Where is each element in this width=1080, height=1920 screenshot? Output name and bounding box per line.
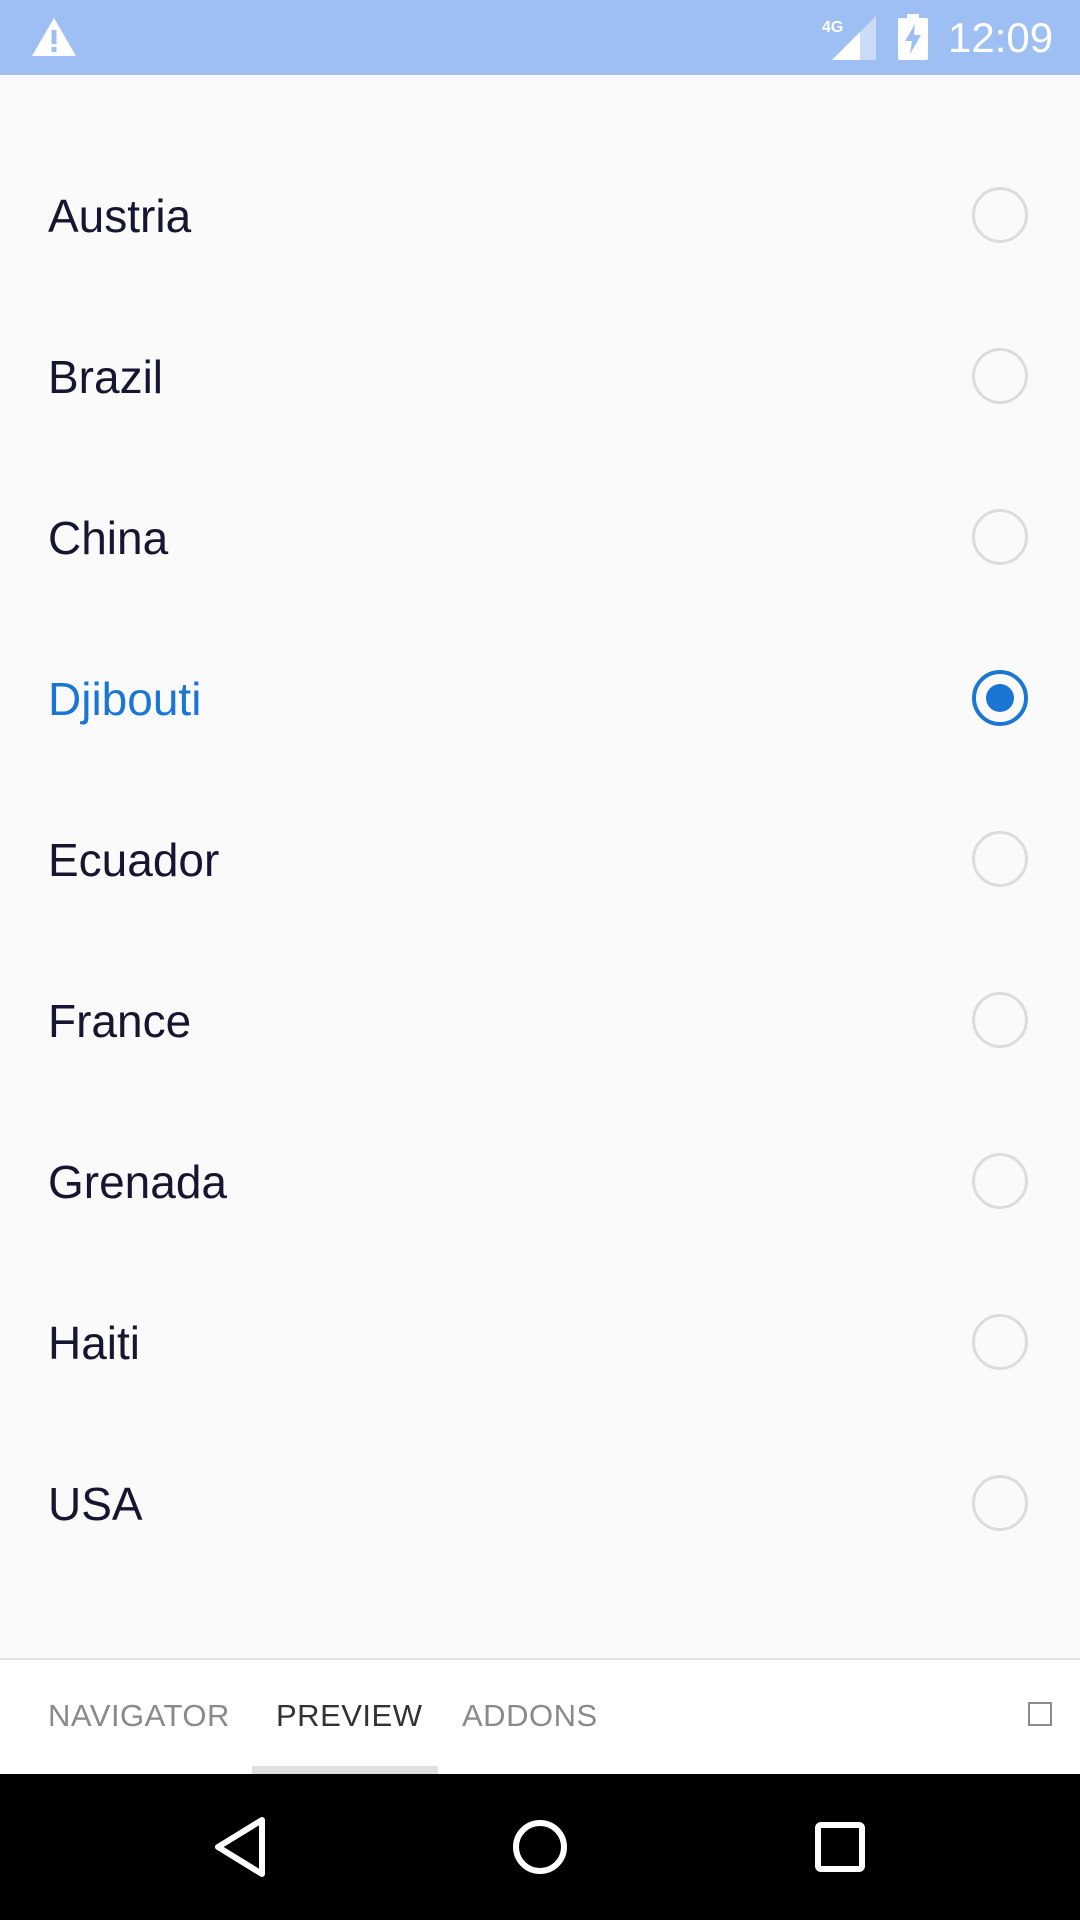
- country-label: Haiti: [48, 1317, 141, 1369]
- country-option-france[interactable]: France: [0, 941, 1080, 1102]
- radio-unchecked[interactable]: [972, 509, 1028, 565]
- radio-unchecked[interactable]: [972, 348, 1028, 404]
- battery-charging-icon: [898, 14, 928, 60]
- network-type-label: 4G: [822, 19, 843, 36]
- country-option-china[interactable]: China: [0, 458, 1080, 619]
- active-tab-indicator: [252, 1766, 438, 1774]
- country-label: China: [48, 512, 169, 564]
- radio-unchecked[interactable]: [972, 187, 1028, 243]
- warning-icon: [32, 18, 76, 56]
- expand-square-icon[interactable]: [1028, 1702, 1052, 1726]
- country-option-brazil[interactable]: Brazil: [0, 297, 1080, 458]
- tab-preview[interactable]: PREVIEW: [276, 1660, 422, 1772]
- country-label: USA: [48, 1478, 143, 1530]
- country-option-austria[interactable]: Austria: [0, 136, 1080, 297]
- back-icon[interactable]: [206, 1812, 276, 1882]
- status-time: 12:09: [948, 14, 1054, 61]
- radio-unchecked[interactable]: [972, 1475, 1028, 1531]
- country-option-haiti[interactable]: Haiti: [0, 1263, 1080, 1424]
- radio-unchecked[interactable]: [972, 992, 1028, 1048]
- country-label: Ecuador: [48, 834, 220, 886]
- system-nav-bar: [0, 1774, 1080, 1920]
- country-label: Austria: [48, 190, 192, 242]
- country-option-ecuador[interactable]: Ecuador: [0, 780, 1080, 941]
- country-option-djibouti[interactable]: Djibouti: [0, 619, 1080, 780]
- radio-checked[interactable]: [972, 670, 1028, 726]
- tab-addons[interactable]: ADDONS: [462, 1660, 598, 1772]
- radio-unchecked[interactable]: [972, 831, 1028, 887]
- radio-unchecked[interactable]: [972, 1314, 1028, 1370]
- signal-icon: 4G: [822, 16, 876, 60]
- country-option-grenada[interactable]: Grenada: [0, 1102, 1080, 1263]
- country-label: Djibouti: [48, 673, 202, 725]
- status-bar: 4G 12:09: [0, 0, 1080, 75]
- country-label: Grenada: [48, 1156, 228, 1208]
- country-label: Brazil: [48, 351, 164, 403]
- screen: 4G 12:09 Austria Brazil China Djibouti Ecuad…: [0, 0, 1080, 1920]
- bottom-tab-bar: NAVIGATOR PREVIEW ADDONS: [0, 1658, 1080, 1774]
- country-radio-list: Austria Brazil China Djibouti Ecuador France G…: [0, 75, 1080, 1658]
- tab-navigator[interactable]: NAVIGATOR: [48, 1660, 230, 1772]
- radio-unchecked[interactable]: [972, 1153, 1028, 1209]
- home-icon[interactable]: [505, 1812, 575, 1882]
- recents-icon[interactable]: [805, 1812, 875, 1882]
- country-label: France: [48, 995, 192, 1047]
- country-option-usa[interactable]: USA: [0, 1424, 1080, 1585]
- radio-dot: [986, 684, 1014, 712]
